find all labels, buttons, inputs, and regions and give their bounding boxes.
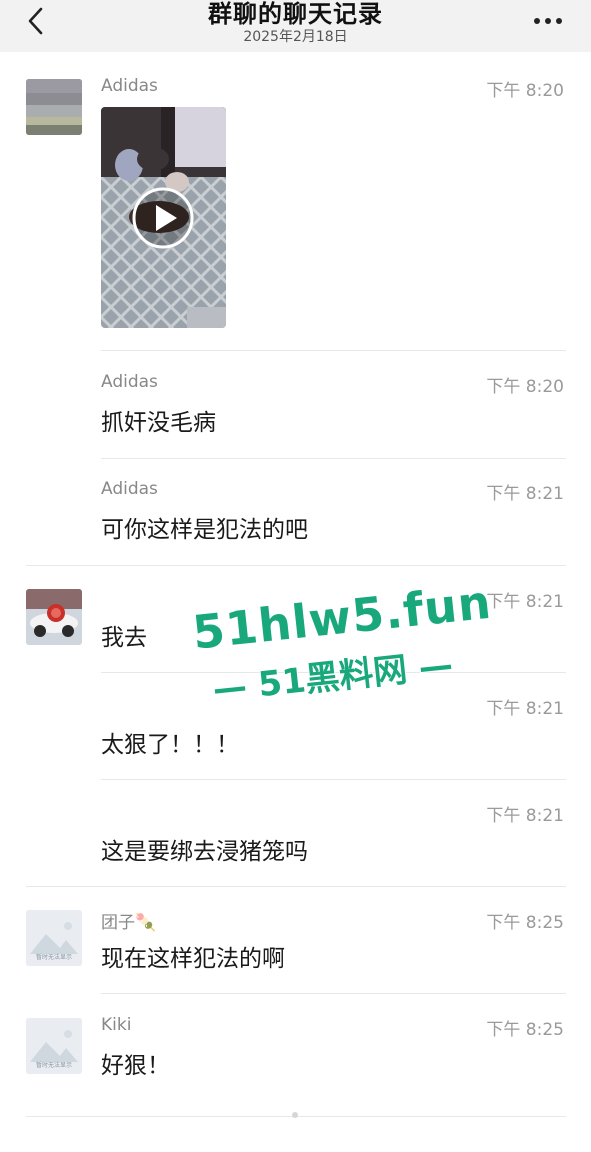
play-icon[interactable] <box>132 187 194 249</box>
avatar-placeholder[interactable]: 暂时无法显示 <box>26 1018 82 1074</box>
message-text: 这是要绑去浸猪笼吗 <box>101 839 308 865</box>
avatar-placeholder[interactable]: 暂时无法显示 <box>26 910 82 966</box>
message-time: 下午 8:20 <box>486 377 564 397</box>
message-time: 下午 8:21 <box>486 806 564 826</box>
sender-name: Kiki <box>101 1015 132 1035</box>
message-divider <box>26 886 566 887</box>
message-time: 下午 8:25 <box>486 913 564 933</box>
message-time: 下午 8:21 <box>486 592 564 612</box>
watermark: 51hlw5.fun — 51黑料网 — <box>189 574 502 736</box>
message-divider <box>101 993 566 994</box>
message-text: 好狠！ <box>101 1053 170 1079</box>
message-time: 下午 8:21 <box>486 699 564 719</box>
message-text: 太狠了！！！ <box>101 732 239 758</box>
avatar-caption: 暂时无法显示 <box>35 954 72 961</box>
message-divider <box>101 779 566 780</box>
message-text: 抓奸没毛病 <box>101 410 216 436</box>
avatar-adidas[interactable] <box>26 79 82 135</box>
message-text: 现在这样犯法的啊 <box>101 946 285 972</box>
message-time: 下午 8:21 <box>486 484 564 504</box>
message-time: 下午 8:20 <box>486 81 564 101</box>
message-divider <box>101 350 566 351</box>
message-time: 下午 8:25 <box>486 1020 564 1040</box>
sender-name: Adidas <box>101 372 158 392</box>
message-text: 可你这样是犯法的吧 <box>101 517 308 543</box>
video-message-thumbnail[interactable] <box>101 107 226 328</box>
watermark-site-name: — 51黑料网 — <box>210 644 456 711</box>
message-divider <box>26 565 566 566</box>
chat-history-header: 群聊的聊天记录 2025年2月18日 <box>0 0 591 52</box>
message-divider <box>101 672 566 673</box>
avatar-caption: 暂时无法显示 <box>35 1062 72 1069</box>
more-options-icon[interactable] <box>531 10 565 32</box>
message-divider <box>101 458 566 459</box>
avatar-car[interactable] <box>26 589 82 645</box>
sender-name: 团子🍡 <box>101 913 157 933</box>
scroll-indicator <box>292 1112 298 1118</box>
message-text: 我去 <box>101 625 147 651</box>
watermark-url: 51hlw5.fun <box>189 574 495 661</box>
page-date: 2025年2月18日 <box>243 29 348 45</box>
sender-name: Adidas <box>101 76 158 96</box>
sender-name: Adidas <box>101 479 158 499</box>
page-title: 群聊的聊天记录 <box>208 0 383 28</box>
